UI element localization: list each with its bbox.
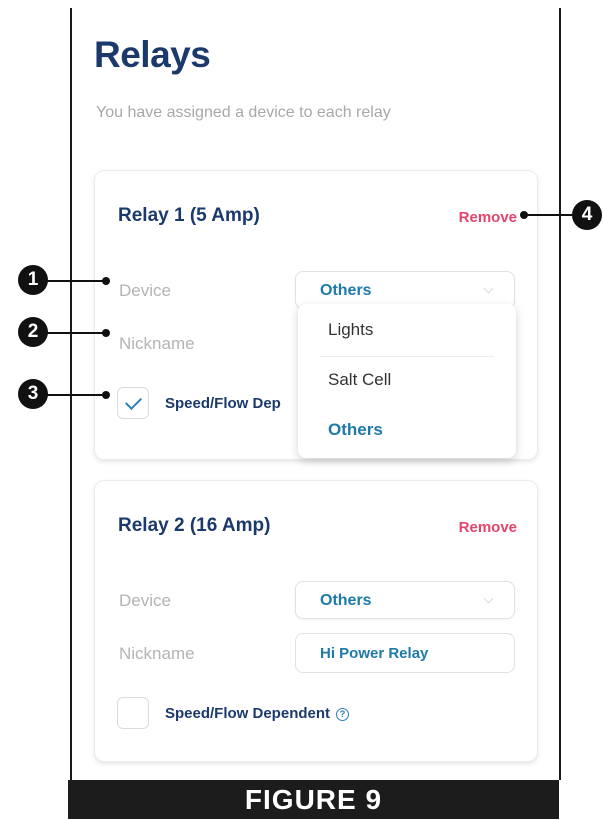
chevron-down-icon bbox=[483, 593, 494, 604]
callout-line-2 bbox=[46, 332, 106, 334]
checkmark-icon bbox=[125, 393, 142, 410]
relay-card-2: Relay 2 (16 Amp) Remove Device Others Ni… bbox=[94, 480, 538, 762]
page-subtitle: You have assigned a device to each relay bbox=[96, 104, 391, 121]
callout-line-4 bbox=[524, 214, 574, 216]
relay-2-speed-flow-label: Speed/Flow Dependent bbox=[165, 705, 331, 722]
relay-1-device-value: Others bbox=[320, 282, 372, 299]
relay-2-nickname-label: Nickname bbox=[119, 644, 195, 663]
relay-2-speed-flow-checkbox[interactable] bbox=[117, 697, 149, 729]
relay-1-device-label: Device bbox=[119, 281, 171, 300]
relay-1-speed-flow-checkbox[interactable] bbox=[117, 387, 149, 419]
dropdown-divider bbox=[320, 356, 494, 357]
callout-line-3 bbox=[46, 394, 106, 396]
callout-badge-3: 3 bbox=[18, 379, 48, 409]
page-title: Relays bbox=[94, 34, 211, 75]
relay-2-nickname-input[interactable]: Hi Power Relay bbox=[295, 633, 515, 673]
callout-badge-4: 4 bbox=[572, 200, 602, 230]
chevron-down-icon bbox=[483, 283, 494, 294]
callout-dot-2 bbox=[102, 329, 110, 337]
callout-badge-1: 1 bbox=[18, 265, 48, 295]
relay-1-nickname-label: Nickname bbox=[119, 334, 195, 353]
callout-badge-2: 2 bbox=[18, 317, 48, 347]
relay-2-title: Relay 2 (16 Amp) bbox=[118, 515, 271, 536]
figure-caption: FIGURE 9 bbox=[68, 780, 559, 819]
callout-dot-1 bbox=[102, 277, 110, 285]
phone-screen: Relays You have assigned a device to eac… bbox=[70, 8, 561, 780]
device-dropdown-menu: Lights Salt Cell Others bbox=[298, 304, 516, 458]
relay-2-device-select[interactable]: Others bbox=[295, 581, 515, 619]
dropdown-option-others[interactable]: Others bbox=[328, 420, 383, 440]
callout-line-1 bbox=[46, 280, 106, 282]
help-icon[interactable]: ? bbox=[336, 708, 350, 721]
relay-1-title: Relay 1 (5 Amp) bbox=[118, 205, 260, 226]
relay-2-nickname-value: Hi Power Relay bbox=[320, 645, 429, 662]
relay-2-remove-button[interactable]: Remove bbox=[459, 519, 517, 536]
relay-2-device-value: Others bbox=[320, 592, 372, 609]
relay-2-device-label: Device bbox=[119, 591, 171, 610]
relay-2-speed-flow-label-row: Speed/Flow Dependent? bbox=[165, 705, 350, 722]
callout-dot-3 bbox=[102, 391, 110, 399]
dropdown-option-lights[interactable]: Lights bbox=[328, 320, 373, 340]
dropdown-option-salt-cell[interactable]: Salt Cell bbox=[328, 370, 391, 390]
relay-1-remove-button[interactable]: Remove bbox=[459, 209, 517, 226]
relay-1-speed-flow-label: Speed/Flow Dep bbox=[165, 395, 281, 412]
